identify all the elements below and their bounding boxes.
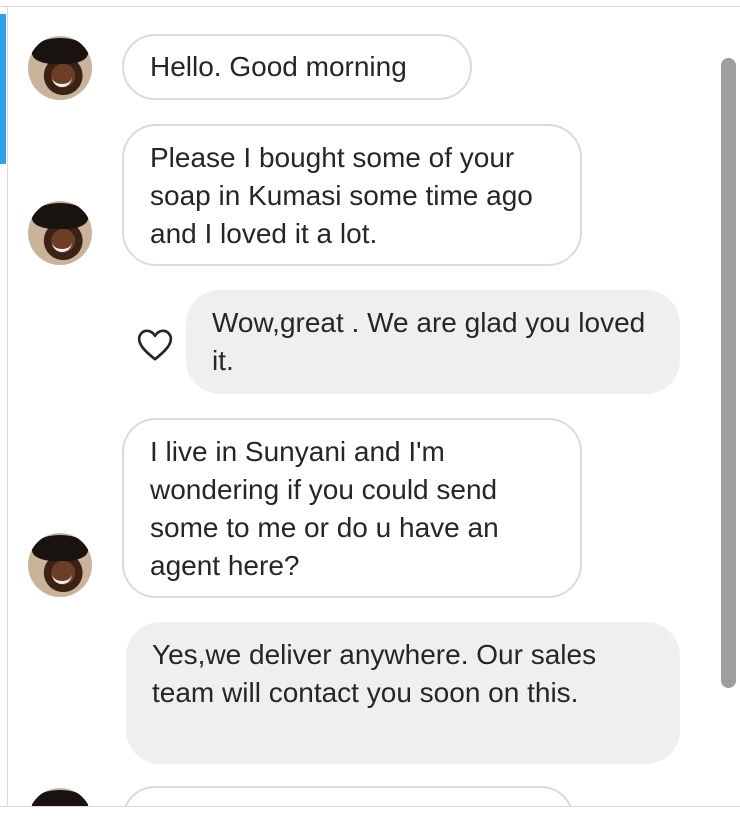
avatar-hair (32, 535, 88, 561)
outgoing-message-bubble[interactable]: Yes,we deliver anywhere. Our sales team … (126, 622, 680, 764)
incoming-message-bubble[interactable]: Hello. Good morning (122, 34, 472, 100)
message-text: I live in Sunyani and I'm wondering if y… (150, 436, 499, 581)
message-thread[interactable]: Hello. Good morning Please I bought some… (8, 7, 720, 807)
heart-outline-icon[interactable] (135, 325, 175, 365)
avatar-smile (52, 241, 72, 252)
message-text: Please I bought some of your soap in Kum… (150, 142, 533, 249)
contact-avatar[interactable] (28, 36, 92, 100)
avatar-smile (52, 76, 72, 87)
avatar-hair (32, 203, 88, 229)
scrollbar-thumb[interactable] (721, 58, 736, 688)
message-text: Wow,great . We are glad you loved it. (212, 307, 646, 376)
message-text: Hello. Good morning (150, 51, 407, 82)
avatar-smile (52, 573, 72, 584)
active-conversation-indicator (0, 14, 6, 164)
contact-avatar[interactable] (28, 201, 92, 265)
thread-bottom-edge (0, 806, 740, 823)
contact-avatar[interactable] (28, 533, 92, 597)
contact-avatar[interactable] (28, 788, 92, 807)
outgoing-message-bubble[interactable]: Wow,great . We are glad you loved it. (186, 290, 680, 394)
window-top-edge (0, 0, 740, 7)
avatar-hair (32, 790, 88, 807)
message-text: Yes,we deliver anywhere. Our sales team … (152, 639, 597, 708)
incoming-message-bubble[interactable]: I live in Sunyani and I'm wondering if y… (122, 418, 582, 598)
incoming-message-bubble-partial[interactable] (122, 786, 574, 807)
incoming-message-bubble[interactable]: Please I bought some of your soap in Kum… (122, 124, 582, 266)
avatar-hair (32, 38, 88, 64)
